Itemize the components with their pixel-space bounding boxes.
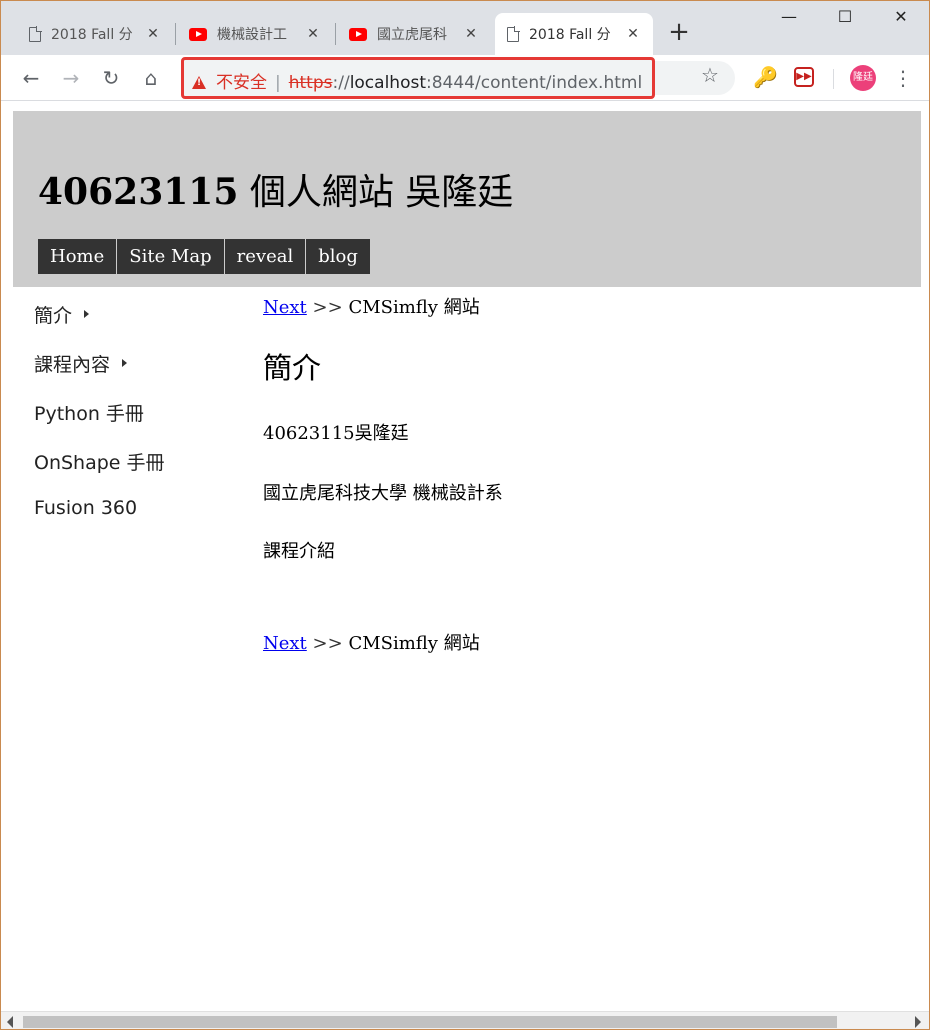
tab-mechanical-design[interactable]: 機械設計工 ✕ (177, 13, 333, 55)
omnibox-extension (655, 61, 735, 95)
warning-icon (192, 76, 206, 89)
close-tab-icon[interactable]: ✕ (145, 26, 161, 42)
tab-separator (335, 23, 336, 45)
paragraph-school: 國立虎尾科技大學 機械設計系 (263, 483, 503, 504)
address-bar[interactable]: 不安全 | https://localhost:8444/content/index… (181, 57, 655, 99)
sidebar-item-python[interactable]: Python 手冊 (34, 399, 234, 448)
bookmark-star-icon[interactable]: ☆ (701, 63, 719, 87)
tab-title: 國立虎尾科 (377, 27, 447, 43)
tab-2018-fall-1[interactable]: 2018 Fall 分 ✕ (17, 13, 173, 55)
key-icon[interactable]: 🔑 (753, 65, 778, 89)
close-tab-icon[interactable]: ✕ (305, 26, 321, 42)
youtube-icon (349, 27, 367, 41)
close-window-button[interactable]: ✕ (881, 7, 921, 33)
url-host: localhost (349, 73, 426, 93)
breadcrumb-separator: >> (312, 297, 343, 318)
breadcrumb-bottom: Next >> CMSimfly 網站 (263, 629, 903, 655)
close-tab-icon[interactable]: ✕ (463, 26, 479, 42)
toolbar-divider (833, 69, 834, 89)
scrollbar-thumb[interactable] (23, 1016, 837, 1028)
breadcrumb-separator: >> (312, 633, 343, 654)
student-number: 40623115 (38, 171, 239, 213)
sidebar-item-onshape[interactable]: OnShape 手冊 (34, 448, 234, 497)
browser-menu-icon[interactable]: ⋮ (893, 63, 913, 93)
url-scheme: https (288, 73, 333, 93)
youtube-icon (189, 27, 207, 41)
caret-right-icon (84, 310, 90, 318)
home-button[interactable]: ⌂ (136, 63, 166, 93)
close-tab-icon[interactable]: ✕ (625, 26, 641, 42)
horizontal-scrollbar[interactable] (1, 1011, 929, 1029)
reload-button[interactable]: ↻ (96, 63, 126, 93)
top-nav: Home Site Map reveal blog (38, 239, 371, 274)
sidebar-item-intro[interactable]: 簡介 (34, 301, 234, 350)
next-link[interactable]: Next (263, 297, 307, 318)
tab-title: 2018 Fall 分 (51, 27, 133, 43)
insecure-label: 不安全 (216, 73, 267, 93)
new-tab-button[interactable]: + (665, 19, 693, 47)
extension-icon[interactable]: ▶▶ (794, 67, 814, 87)
minimize-button[interactable]: — (769, 7, 809, 33)
tab-title: 2018 Fall 分 (529, 27, 611, 43)
paragraph-course: 課程介紹 (263, 541, 335, 562)
nav-blog[interactable]: blog (306, 239, 371, 274)
tab-nfu[interactable]: 國立虎尾科 ✕ (337, 13, 491, 55)
site-title-text: 個人網站 吳隆廷 (238, 172, 514, 213)
sidebar-item-course[interactable]: 課程內容 (34, 350, 234, 399)
breadcrumb-top: Next >> CMSimfly 網站 (263, 293, 903, 319)
next-link[interactable]: Next (263, 633, 307, 654)
tab-strip: 2018 Fall 分 ✕ 機械設計工 ✕ 國立虎尾科 ✕ 2018 Fall … (1, 1, 929, 55)
sidebar-item-label: Fusion 360 (34, 497, 138, 519)
breadcrumb-text: CMSimfly 網站 (348, 297, 480, 318)
document-icon (29, 25, 42, 42)
sidebar: 簡介 課程內容 Python 手冊 OnShape 手冊 Fusion 360 (34, 301, 234, 546)
nav-reveal[interactable]: reveal (224, 239, 307, 274)
sidebar-item-label: OnShape 手冊 (34, 452, 165, 474)
caret-right-icon (122, 359, 128, 367)
profile-avatar[interactable]: 隆廷 (850, 65, 876, 91)
site-title: 40623115 個人網站 吳隆廷 (38, 163, 513, 215)
browser-toolbar: ← → ↻ ⌂ 不安全 | https://localhost:8444/conte… (1, 55, 929, 101)
document-icon (507, 25, 520, 42)
sidebar-item-label: 簡介 (34, 305, 73, 327)
url-path: :8444/content/index.html (426, 73, 643, 93)
scroll-left-icon[interactable] (7, 1016, 13, 1028)
nav-site-map[interactable]: Site Map (117, 239, 225, 274)
forward-button[interactable]: → (56, 63, 86, 93)
breadcrumb-text: CMSimfly 網站 (348, 633, 480, 654)
tab-2018-fall-active[interactable]: 2018 Fall 分 ✕ (495, 13, 653, 55)
page-viewport: 40623115 個人網站 吳隆廷 Home Site Map reveal b… (1, 101, 929, 1011)
browser-window: 2018 Fall 分 ✕ 機械設計工 ✕ 國立虎尾科 ✕ 2018 Fall … (0, 0, 930, 1030)
page-heading: 簡介 (263, 351, 322, 385)
paragraph-student: 40623115吳隆廷 (263, 423, 409, 444)
maximize-button[interactable]: ☐ (825, 7, 865, 33)
sidebar-item-label: 課程內容 (34, 354, 111, 376)
scroll-right-icon[interactable] (915, 1016, 921, 1028)
sidebar-item-label: Python 手冊 (34, 403, 144, 425)
url-separator: :// (332, 73, 350, 93)
tab-separator (175, 23, 176, 45)
sidebar-item-fusion360[interactable]: Fusion 360 (34, 497, 234, 546)
divider: | (275, 73, 281, 93)
site-header: 40623115 個人網站 吳隆廷 Home Site Map reveal b… (13, 111, 921, 287)
back-button[interactable]: ← (16, 63, 46, 93)
nav-home[interactable]: Home (38, 239, 118, 274)
main-content: Next >> CMSimfly 網站 簡介 40623115吳隆廷 國立虎尾科… (263, 293, 903, 655)
tab-title: 機械設計工 (217, 27, 287, 43)
